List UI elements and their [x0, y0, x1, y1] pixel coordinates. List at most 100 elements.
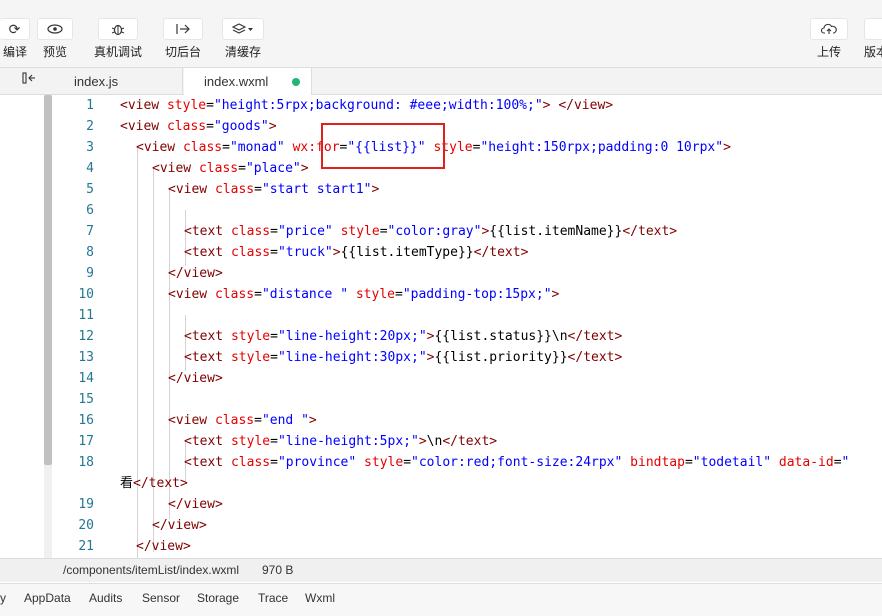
code-token: <view: [136, 140, 183, 155]
line-number: 13: [78, 350, 94, 365]
tab-audits[interactable]: Audits: [89, 591, 122, 605]
code-token: style: [230, 329, 271, 344]
background-button[interactable]: 切后台: [163, 0, 203, 68]
preview-button[interactable]: 预览: [37, 0, 73, 68]
line-number: 14: [78, 371, 94, 386]
code-token: "color:red;font-size:24rpx": [411, 455, 623, 470]
code-token: <view: [168, 413, 215, 428]
tab-index-wxml[interactable]: index.wxml: [184, 68, 312, 96]
tab-sensor[interactable]: Sensor: [142, 591, 180, 605]
tab-label: index.wxml: [204, 74, 269, 89]
code-line: 7 <text class="price" style="color:gray">…: [52, 221, 882, 242]
tab-truncated[interactable]: y: [0, 591, 6, 605]
code-token: "province": [277, 455, 357, 470]
line-number: 10: [78, 287, 94, 302]
code-token: <view: [120, 119, 167, 134]
code-text: <text class="truck">{{list.itemType}}</t…: [184, 242, 528, 263]
code-token: "line-height:20px;": [277, 329, 427, 344]
version-button[interactable]: 版本: [864, 0, 882, 68]
code-line: 11: [52, 305, 882, 326]
code-text: </view>: [136, 536, 191, 557]
code-line: 16 <view class="end ">: [52, 410, 882, 431]
toolbar: ⟳ 编译 预览 真机调试 切后台 清缓存 上传 版本: [0, 0, 882, 68]
line-number: 9: [86, 266, 94, 281]
clear-cache-button[interactable]: 清缓存: [222, 0, 264, 68]
code-token: =: [270, 434, 278, 449]
upload-button[interactable]: 上传: [810, 0, 848, 68]
code-token: {{list.priority}}: [434, 350, 568, 365]
toggle-file-tree-icon[interactable]: [22, 72, 36, 87]
code-token: class: [230, 224, 271, 239]
code-token: </view>: [136, 539, 191, 554]
code-token: =: [270, 224, 278, 239]
code-token: </text>: [567, 350, 623, 365]
line-number: 18: [78, 455, 94, 470]
code-token: "line-height:30px;": [277, 350, 427, 365]
code-token: class: [198, 161, 239, 176]
code-token: </text>: [473, 245, 529, 260]
code-text: <view class="end ">: [168, 410, 317, 431]
code-token: "line-height:5px;": [277, 434, 419, 449]
code-text: <view class="distance " style="padding-t…: [168, 284, 559, 305]
code-token: "color:gray": [387, 224, 482, 239]
code-token: =: [270, 350, 278, 365]
code-token: class: [166, 119, 207, 134]
code-line: 8 <text class="truck">{{list.itemType}}</…: [52, 242, 882, 263]
code-line: 5 <view class="start start1">: [52, 179, 882, 200]
file-path: /components/itemList/index.wxml: [63, 563, 240, 577]
tab-index-js[interactable]: index.js: [52, 68, 183, 95]
code-token: =: [238, 161, 246, 176]
code-line: 17 <text style="line-height:5px;">\n</tex…: [52, 431, 882, 452]
code-line: 2 <view class="goods">: [52, 116, 882, 137]
editor-tab-bar: index.js index.wxml: [0, 68, 882, 96]
line-number: 21: [78, 539, 94, 554]
code-token: data-id: [778, 455, 834, 470]
tab-storage[interactable]: Storage: [197, 591, 239, 605]
code-token: {{list.status}}\n: [434, 329, 568, 344]
code-token: style: [355, 287, 395, 302]
line-number: 19: [78, 497, 94, 512]
code-token: style: [230, 350, 271, 365]
code-text: 看</text>: [120, 473, 188, 494]
unsaved-indicator-dot: [292, 78, 300, 86]
tab-wxml[interactable]: Wxml: [305, 591, 335, 605]
code-token: "height:150rpx;padding:0 10rpx": [480, 140, 724, 155]
eye-icon: [37, 18, 73, 40]
code-text: </view>: [168, 494, 223, 515]
code-token: class: [230, 455, 271, 470]
code-line: 21 </view>: [52, 536, 882, 557]
code-token: =: [379, 224, 388, 239]
code-token: ": [841, 455, 850, 470]
code-token: {{list.itemName}}: [489, 224, 623, 239]
code-editor[interactable]: 1 <view style="height:5rpx;background: #e…: [52, 95, 882, 558]
code-token: <view: [168, 287, 215, 302]
tab-trace[interactable]: Trace: [258, 591, 288, 605]
line-number: 4: [86, 161, 94, 176]
code-line: 14 </view>: [52, 368, 882, 389]
code-line: 9 </view>: [52, 263, 882, 284]
code-line: 4 <view class="place">: [52, 158, 882, 179]
line-number: 6: [86, 203, 94, 218]
compile-button[interactable]: ⟳ 编译: [0, 0, 30, 68]
device-debug-button[interactable]: 真机调试: [94, 0, 142, 68]
code-token: style: [230, 434, 271, 449]
code-token: "distance ": [261, 287, 349, 302]
code-text: <text class="province" style="color:red;…: [184, 452, 849, 473]
vertical-scrollbar-thumb[interactable]: [44, 95, 52, 465]
version-icon: [864, 18, 882, 40]
code-token: "end ": [261, 413, 309, 428]
line-number: 20: [78, 518, 94, 533]
code-line: 10 <view class="distance " style="padding…: [52, 284, 882, 305]
code-text: <view class="start start1">: [168, 179, 379, 200]
clear-cache-label: 清缓存: [224, 45, 261, 59]
tab-appdata[interactable]: AppData: [24, 591, 71, 605]
code-line: 12 <text style="line-height:20px;">{{list…: [52, 326, 882, 347]
line-number: 11: [78, 308, 94, 323]
line-number: 15: [78, 392, 94, 407]
code-token: style: [166, 98, 207, 113]
line-number: 7: [86, 224, 94, 239]
code-token: class: [214, 413, 255, 428]
code-line: 20 </view>: [52, 515, 882, 536]
